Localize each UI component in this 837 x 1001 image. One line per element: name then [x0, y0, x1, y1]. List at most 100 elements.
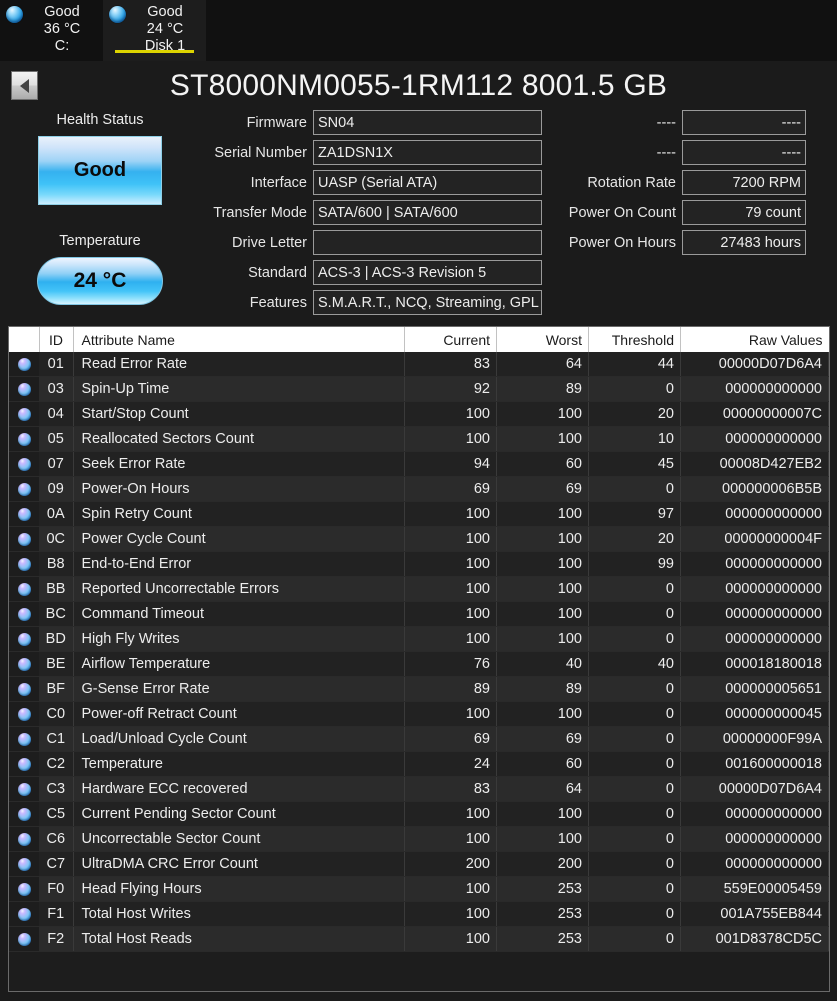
health-status-badge[interactable]: Good — [38, 136, 162, 205]
field-label: Transfer Mode — [213, 204, 307, 221]
cell-raw-values: 001600000018 — [680, 751, 829, 777]
table-row[interactable]: 07 Seek Error Rate 94 60 45 00008D427EB2 — [9, 451, 829, 477]
field-value[interactable]: SN04 — [313, 110, 542, 135]
cell-id: BE — [39, 651, 74, 677]
table-row[interactable]: 0A Spin Retry Count 100 100 97 000000000000 — [9, 501, 829, 527]
cell-worst: 253 — [496, 876, 589, 902]
cell-threshold: 45 — [588, 451, 681, 477]
cell-attribute-name: UltraDMA CRC Error Count — [73, 851, 405, 877]
page-title: ST8000NM0055-1RM112 8001.5 GB — [169, 69, 668, 102]
table-row[interactable]: F2 Total Host Reads 100 253 0 001D8378CD5C — [9, 926, 829, 952]
cell-current: 100 — [404, 626, 497, 652]
temperature-badge[interactable]: 24 °C — [37, 257, 163, 305]
info-field-row: Transfer Mode SATA/600 | SATA/600 Power On… — [200, 200, 837, 225]
cell-threshold: 0 — [588, 726, 681, 752]
table-row[interactable]: C7 UltraDMA CRC Error Count 200 200 0 0000000… — [9, 851, 829, 877]
smart-attributes-panel[interactable]: ID Attribute Name Current Worst Threshold Raw… — [8, 326, 830, 992]
column-header-name[interactable]: Attribute Name — [73, 327, 405, 352]
row-status-orb-icon — [9, 876, 39, 902]
table-row[interactable]: B8 End-to-End Error 100 100 99 000000000000 — [9, 551, 829, 577]
row-status-orb-icon — [9, 726, 39, 752]
cell-worst: 253 — [496, 926, 589, 952]
info-field: Rotation Rate 7200 RPM — [556, 170, 806, 195]
field-label: Interface — [250, 174, 307, 191]
cell-raw-values: 00000D07D6A4 — [680, 776, 829, 802]
cell-current: 69 — [404, 476, 497, 502]
cell-worst: 100 — [496, 801, 589, 827]
smart-info-window: Good 36 °C C: Good 24 °C Disk 1 ST8000NM0055-… — [0, 0, 837, 1001]
table-row[interactable]: C1 Load/Unload Cycle Count 69 69 0 00000000F9… — [9, 726, 829, 752]
table-row[interactable]: BD High Fly Writes 100 100 0 000000000000 — [9, 626, 829, 652]
table-row[interactable]: BF G-Sense Error Rate 89 89 0 000000005651 — [9, 676, 829, 702]
cell-raw-values: 000000000000 — [680, 576, 829, 602]
cell-current: 100 — [404, 701, 497, 727]
row-status-orb-icon — [9, 626, 39, 652]
cell-id: C2 — [39, 751, 74, 777]
field-value[interactable]: ---- — [682, 140, 806, 165]
cell-current: 76 — [404, 651, 497, 677]
table-row[interactable]: 03 Spin-Up Time 92 89 0 000000000000 — [9, 376, 829, 402]
cell-threshold: 0 — [588, 751, 681, 777]
row-status-orb-icon — [9, 352, 39, 377]
info-field-row: Drive Letter Power On Hours 27483 hours — [200, 230, 837, 255]
cell-worst: 100 — [496, 426, 589, 452]
field-value[interactable]: 7200 RPM — [682, 170, 806, 195]
cell-attribute-name: Command Timeout — [73, 601, 405, 627]
column-header-wor[interactable]: Worst — [496, 327, 589, 352]
info-field: Power On Count 79 count — [556, 200, 806, 225]
cell-attribute-name: Reported Uncorrectable Errors — [73, 576, 405, 602]
field-value[interactable]: ZA1DSN1X — [313, 140, 542, 165]
cell-attribute-name: Power-off Retract Count — [73, 701, 405, 727]
field-label: ---- — [656, 144, 676, 161]
column-header-id[interactable]: ID — [39, 327, 74, 352]
field-value[interactable]: ACS-3 | ACS-3 Revision 5 — [313, 260, 542, 285]
field-value[interactable]: 27483 hours — [682, 230, 806, 255]
table-row[interactable]: C0 Power-off Retract Count 100 100 0 00000000… — [9, 701, 829, 727]
cell-threshold: 0 — [588, 801, 681, 827]
cell-attribute-name: End-to-End Error — [73, 551, 405, 577]
cell-id: C7 — [39, 851, 74, 877]
info-field: Standard ACS-3 | ACS-3 Revision 5 — [200, 260, 542, 285]
cell-attribute-name: Seek Error Rate — [73, 451, 405, 477]
disk-tab-1[interactable]: Good 36 °C C: — [0, 0, 103, 61]
table-row[interactable]: 0C Power Cycle Count 100 100 20 00000000004F — [9, 526, 829, 552]
column-header-orb[interactable] — [9, 327, 40, 352]
table-row[interactable]: 09 Power-On Hours 69 69 0 000000006B5B — [9, 476, 829, 502]
cell-id: 09 — [39, 476, 74, 502]
table-row[interactable]: BB Reported Uncorrectable Errors 100 100 0 00… — [9, 576, 829, 602]
field-value[interactable]: SATA/600 | SATA/600 — [313, 200, 542, 225]
cell-id: BC — [39, 601, 74, 627]
table-row[interactable]: C2 Temperature 24 60 0 001600000018 — [9, 751, 829, 777]
table-row[interactable]: C6 Uncorrectable Sector Count 100 100 0 00000… — [9, 826, 829, 852]
table-row[interactable]: F1 Total Host Writes 100 253 0 001A755EB844 — [9, 901, 829, 927]
field-value[interactable]: ---- — [682, 110, 806, 135]
table-row[interactable]: BC Command Timeout 100 100 0 000000000000 — [9, 601, 829, 627]
info-field-row: Standard ACS-3 | ACS-3 Revision 5 — [200, 260, 837, 285]
field-value[interactable]: S.M.A.R.T., NCQ, Streaming, GPL — [313, 290, 542, 315]
field-value[interactable]: 79 count — [682, 200, 806, 225]
field-value[interactable]: UASP (Serial ATA) — [313, 170, 542, 195]
cell-id: 0A — [39, 501, 74, 527]
cell-raw-values: 000000000000 — [680, 801, 829, 827]
cell-id: BB — [39, 576, 74, 602]
field-label: Serial Number — [214, 144, 307, 161]
table-row[interactable]: C3 Hardware ECC recovered 83 64 0 00000D07D6A… — [9, 776, 829, 802]
cell-raw-values: 000000000000 — [680, 426, 829, 452]
cell-worst: 64 — [496, 352, 589, 377]
disk-tab-2[interactable]: Good 24 °C Disk 1 — [103, 0, 206, 61]
table-row[interactable]: BE Airflow Temperature 76 40 40 000018180018 — [9, 651, 829, 677]
column-header-raw[interactable]: Raw Values — [680, 327, 829, 352]
table-row[interactable]: F0 Head Flying Hours 100 253 0 559E00005459 — [9, 876, 829, 902]
field-value[interactable] — [313, 230, 542, 255]
table-row[interactable]: 01 Read Error Rate 83 64 44 00000D07D6A4 — [9, 352, 829, 377]
table-row[interactable]: 05 Reallocated Sectors Count 100 100 10 00000… — [9, 426, 829, 452]
cell-threshold: 10 — [588, 426, 681, 452]
disk-tabstrip: Good 36 °C C: Good 24 °C Disk 1 — [0, 0, 837, 61]
cell-worst: 60 — [496, 751, 589, 777]
column-header-cur[interactable]: Current — [404, 327, 497, 352]
table-row[interactable]: 04 Start/Stop Count 100 100 20 00000000007C — [9, 401, 829, 427]
table-row[interactable]: C5 Current Pending Sector Count 100 100 0 000… — [9, 801, 829, 827]
column-header-thr[interactable]: Threshold — [588, 327, 681, 352]
cell-worst: 100 — [496, 601, 589, 627]
cell-attribute-name: Start/Stop Count — [73, 401, 405, 427]
